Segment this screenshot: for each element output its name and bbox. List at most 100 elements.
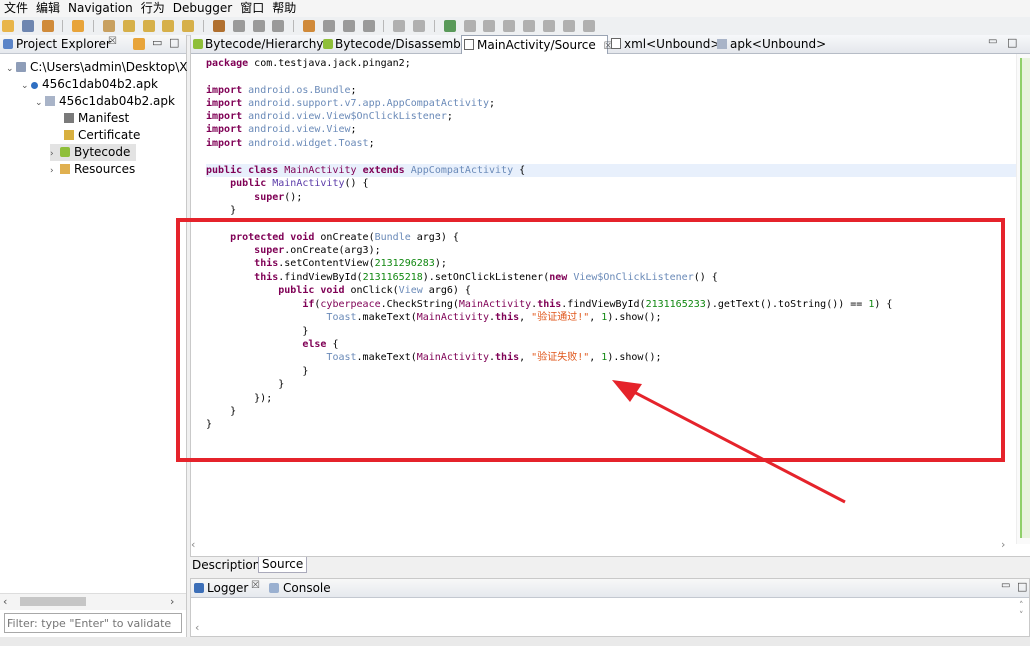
menu-window[interactable]: 窗口 (236, 0, 268, 16)
toolbar-separator (203, 20, 205, 32)
nav-back2-icon[interactable] (142, 20, 155, 32)
scroll-left-icon[interactable]: ‹ (3, 595, 7, 608)
chevron-down-icon[interactable]: ⌄ (6, 61, 16, 78)
tree-item-resources[interactable]: › Resources (50, 161, 135, 178)
grid-icon[interactable] (303, 20, 316, 32)
certificate-icon (64, 130, 74, 140)
copy-icon[interactable] (413, 20, 426, 32)
chevron-down-icon[interactable]: ⌄ (21, 78, 31, 95)
sync-icon[interactable] (133, 38, 145, 50)
save-icon[interactable] (21, 20, 34, 32)
project-explorer-icon (3, 39, 13, 49)
document-icon[interactable] (272, 20, 285, 32)
wrench-icon[interactable] (41, 20, 54, 32)
scrollbar-thumb[interactable] (20, 597, 86, 606)
minimize-icon[interactable]: ▭ (152, 36, 162, 49)
tree-item-label: C:\Users\admin\Desktop\X (30, 60, 188, 74)
code-line: import android.support.v7.app.AppCompatA… (206, 98, 496, 109)
tree-item-label: Certificate (78, 128, 141, 142)
tab-mainactivity-source[interactable]: MainActivity/Source ☒ (461, 35, 613, 54)
menu-edit[interactable]: 编辑 (32, 0, 64, 16)
maximize-icon[interactable]: □ (169, 36, 179, 49)
maximize-icon[interactable]: □ (1007, 36, 1017, 49)
scroll-right-icon[interactable]: › (170, 595, 174, 608)
link-icon[interactable] (212, 20, 225, 32)
menu-bar: 文件 编辑 Navigation 行为 Debugger 窗口 帮助 (0, 0, 1030, 17)
annotation-arrow (612, 380, 846, 504)
close-icon[interactable]: ☒ (251, 580, 260, 591)
delete-icon[interactable] (393, 20, 406, 32)
tree-item-label: Bytecode (74, 145, 131, 159)
horizontal-scrollbar[interactable]: ‹ › (0, 593, 186, 610)
scroll-down-icon[interactable]: ˅ (1019, 611, 1024, 621)
project-explorer-tab[interactable]: Project Explorer (16, 35, 111, 53)
code-line: super(); (254, 192, 303, 203)
tree-item-apk[interactable]: ⌄ 456c1dab04b2.apk (21, 76, 158, 93)
resume-icon[interactable] (463, 20, 476, 32)
tab-label: Bytecode/Hierarchy (205, 37, 324, 51)
scroll-right-icon[interactable]: › (1001, 538, 1005, 551)
arrow-left-icon[interactable] (162, 20, 175, 32)
overview-ruler (1020, 58, 1030, 538)
console-icon (269, 583, 279, 593)
scroll-left-icon[interactable]: ‹ (191, 538, 195, 551)
pencil-icon[interactable] (252, 20, 265, 32)
menu-navigation[interactable]: Navigation (64, 0, 137, 16)
tree-item-apk-file[interactable]: ⌄ 456c1dab04b2.apk (35, 93, 175, 110)
menu-file[interactable]: 文件 (0, 0, 32, 16)
menu-debugger[interactable]: Debugger (169, 0, 236, 16)
scroll-up-icon[interactable]: ˄ (1019, 601, 1024, 611)
warning-icon[interactable] (72, 20, 85, 32)
tab-label: apk<Unbound> (730, 37, 827, 51)
menu-help[interactable]: 帮助 (268, 0, 300, 16)
toolbar-separator (93, 20, 95, 32)
code-icon[interactable] (342, 20, 355, 32)
open-folder-icon[interactable] (2, 20, 14, 32)
tab-xml-unbound[interactable]: xml<Unbound> (609, 35, 720, 53)
graph-icon[interactable] (362, 20, 375, 32)
android-icon (193, 39, 203, 49)
vertical-scrollbar[interactable] (1016, 54, 1030, 544)
stop-icon[interactable] (503, 20, 516, 32)
apk-file-icon (717, 39, 727, 49)
arrow-right-icon[interactable] (182, 20, 195, 32)
close-icon[interactable]: ☒ (108, 36, 117, 47)
tab-logger[interactable]: Logger (207, 579, 248, 597)
toolbar-separator (293, 20, 295, 32)
scroll-left-icon[interactable]: ‹ (195, 621, 199, 634)
apk-dot-icon (31, 82, 38, 89)
step-return-icon[interactable] (562, 20, 575, 32)
hierarchy-icon[interactable] (322, 20, 335, 32)
maximize-icon[interactable]: □ (1017, 580, 1027, 593)
menu-action[interactable]: 行为 (137, 0, 169, 16)
comment-icon[interactable] (232, 20, 245, 32)
tab-source[interactable]: Source (258, 557, 308, 573)
run-to-icon[interactable] (582, 20, 595, 32)
code-line: import android.os.Bundle; (206, 85, 357, 96)
tree-item-manifest[interactable]: Manifest (64, 110, 129, 127)
new-window-icon[interactable] (102, 20, 115, 32)
tab-label: MainActivity/Source (477, 38, 596, 52)
tab-bytecode-hierarchy[interactable]: Bytecode/Hierarchy (191, 35, 324, 53)
chevron-down-icon[interactable]: ⌄ (35, 95, 45, 112)
chevron-right-icon[interactable]: › (50, 163, 60, 180)
tree-item-certificate[interactable]: Certificate (64, 127, 140, 144)
status-bar (0, 637, 1030, 646)
folder-icon (16, 62, 26, 72)
pause-icon[interactable] (483, 20, 496, 32)
debug-icon[interactable] (443, 20, 456, 32)
nav-back-icon[interactable] (122, 20, 135, 32)
code-line: import android.view.View; (206, 124, 357, 135)
step-over-icon[interactable] (542, 20, 555, 32)
tab-console[interactable]: Console (283, 579, 331, 597)
tree-item-bytecode[interactable]: › Bytecode (50, 144, 137, 161)
minimize-icon[interactable]: ▭ (988, 36, 997, 47)
tree-item-label: Manifest (78, 111, 130, 125)
step-into-icon[interactable] (523, 20, 536, 32)
minimize-icon[interactable]: ▭ (1001, 580, 1010, 591)
tab-apk-unbound[interactable]: apk<Unbound> (715, 35, 827, 53)
filter-input[interactable] (4, 613, 182, 633)
tab-description[interactable]: Description (192, 558, 260, 573)
tab-bytecode-disassembly[interactable]: Bytecode/Disassembly (321, 35, 471, 53)
tree-item-root[interactable]: ⌄ C:\Users\admin\Desktop\X (6, 59, 188, 76)
